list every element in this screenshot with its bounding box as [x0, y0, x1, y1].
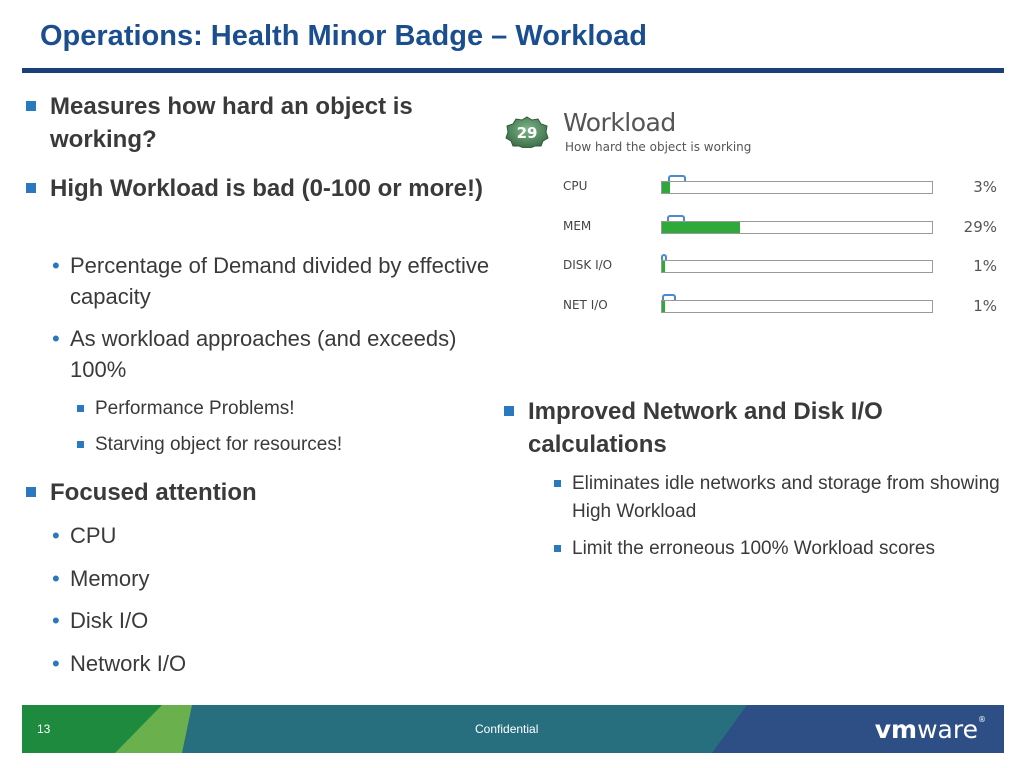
bullet-improved-calculations: Improved Network and Disk I/O calculatio… — [500, 395, 1024, 461]
list-item-memory: • Memory — [52, 563, 370, 594]
metric-bar-fill — [662, 182, 671, 193]
vmware-logo: vmware® — [874, 715, 986, 744]
bullet-text: Percentage of Demand divided by effectiv… — [70, 253, 490, 309]
sub-bullet-limit: Limit the erroneous 100% Workload scores — [554, 535, 992, 563]
bullet-text: Memory — [70, 566, 150, 591]
metric-bar-fill — [662, 301, 665, 312]
dot-bullet-icon: • — [52, 651, 60, 676]
bullet-measures: Measures how hard an object is working? — [22, 90, 510, 156]
bullet-focused-attention: Focused attention — [22, 476, 510, 509]
slide-title: Operations: Health Minor Badge – Workloa… — [40, 20, 647, 52]
bullet-text: Measures how hard an object is working? — [50, 93, 413, 153]
metric-bar-fill — [662, 222, 741, 233]
badge-value: 29 — [517, 124, 538, 142]
dot-bullet-icon: • — [52, 608, 60, 633]
bullet-text: Focused attention — [50, 479, 257, 506]
metric-bar-track — [661, 254, 933, 273]
square-bullet-icon — [77, 441, 84, 448]
square-bullet-icon — [26, 487, 36, 497]
metric-label: DISK I/O — [563, 258, 613, 272]
metric-percent: 3% — [973, 178, 997, 196]
square-bullet-icon — [554, 480, 561, 487]
list-item-cpu: • CPU — [52, 520, 370, 551]
confidential-label: Confidential — [475, 722, 539, 736]
metric-bar-track — [661, 294, 933, 313]
square-bullet-icon — [504, 406, 514, 416]
metric-percent: 29% — [963, 218, 997, 236]
square-bullet-icon — [77, 405, 84, 412]
metric-row-disk: DISK I/O 1% — [500, 251, 1010, 281]
bar-marker — [668, 175, 686, 181]
metric-label: CPU — [563, 179, 588, 193]
bar-marker — [661, 254, 667, 260]
bullet-text: Improved Network and Disk I/O calculatio… — [528, 398, 883, 458]
widget-subtitle: How hard the object is working — [565, 140, 752, 154]
metric-row-cpu: CPU 3% — [500, 172, 1010, 202]
bar-marker — [667, 215, 685, 221]
list-item-network: • Network I/O — [52, 648, 370, 679]
bullet-text: Limit the erroneous 100% Workload scores — [572, 538, 935, 559]
sub-bullet-percentage: • Percentage of Demand divided by effect… — [52, 250, 490, 312]
square-bullet-icon — [26, 183, 36, 193]
dot-bullet-icon: • — [52, 326, 60, 351]
square-bullet-icon — [26, 101, 36, 111]
bullet-high-workload: High Workload is bad (0-100 or more!) — [22, 172, 510, 205]
metric-row-net: NET I/O 1% — [500, 291, 1010, 321]
sub-bullet-approaches: • As workload approaches (and exceeds) 1… — [52, 323, 490, 385]
metric-label: NET I/O — [563, 298, 608, 312]
dot-bullet-icon: • — [52, 523, 60, 548]
list-item-disk: • Disk I/O — [52, 605, 370, 636]
title-divider — [22, 68, 1004, 73]
bullet-text: Eliminates idle networks and storage fro… — [572, 473, 1000, 522]
metric-label: MEM — [563, 219, 592, 233]
metric-bar-track — [661, 175, 933, 194]
workload-widget: 29 Workload How hard the object is worki… — [500, 98, 1010, 318]
bullet-text: CPU — [70, 523, 117, 548]
page-number: 13 — [37, 722, 51, 736]
metric-percent: 1% — [973, 297, 997, 315]
square-bullet-icon — [554, 545, 561, 552]
metric-bar-track — [661, 215, 933, 234]
bullet-text: As workload approaches (and exceeds) 100… — [70, 326, 457, 382]
dot-bullet-icon: • — [52, 566, 60, 591]
bullet-text: Starving object for resources! — [95, 434, 343, 455]
sub-sub-bullet-starving: Starving object for resources! — [77, 431, 475, 459]
sub-sub-bullet-performance: Performance Problems! — [77, 395, 475, 423]
footer-bar: 13 Confidential vmware® — [22, 705, 1004, 753]
metric-percent: 1% — [973, 257, 997, 275]
widget-title: Workload — [563, 108, 676, 137]
metric-bar-fill — [662, 261, 665, 272]
bar-marker — [662, 294, 676, 300]
metric-row-mem: MEM 29% — [500, 212, 1010, 242]
sub-bullet-eliminates: Eliminates idle networks and storage fro… — [554, 470, 1022, 526]
bullet-text: High Workload is bad (0-100 or more!) — [50, 175, 483, 202]
bullet-text: Performance Problems! — [95, 398, 295, 419]
dot-bullet-icon: • — [52, 253, 60, 278]
bullet-text: Disk I/O — [70, 608, 149, 633]
badge-icon: 29 — [505, 116, 549, 148]
bullet-text: Network I/O — [70, 651, 187, 676]
